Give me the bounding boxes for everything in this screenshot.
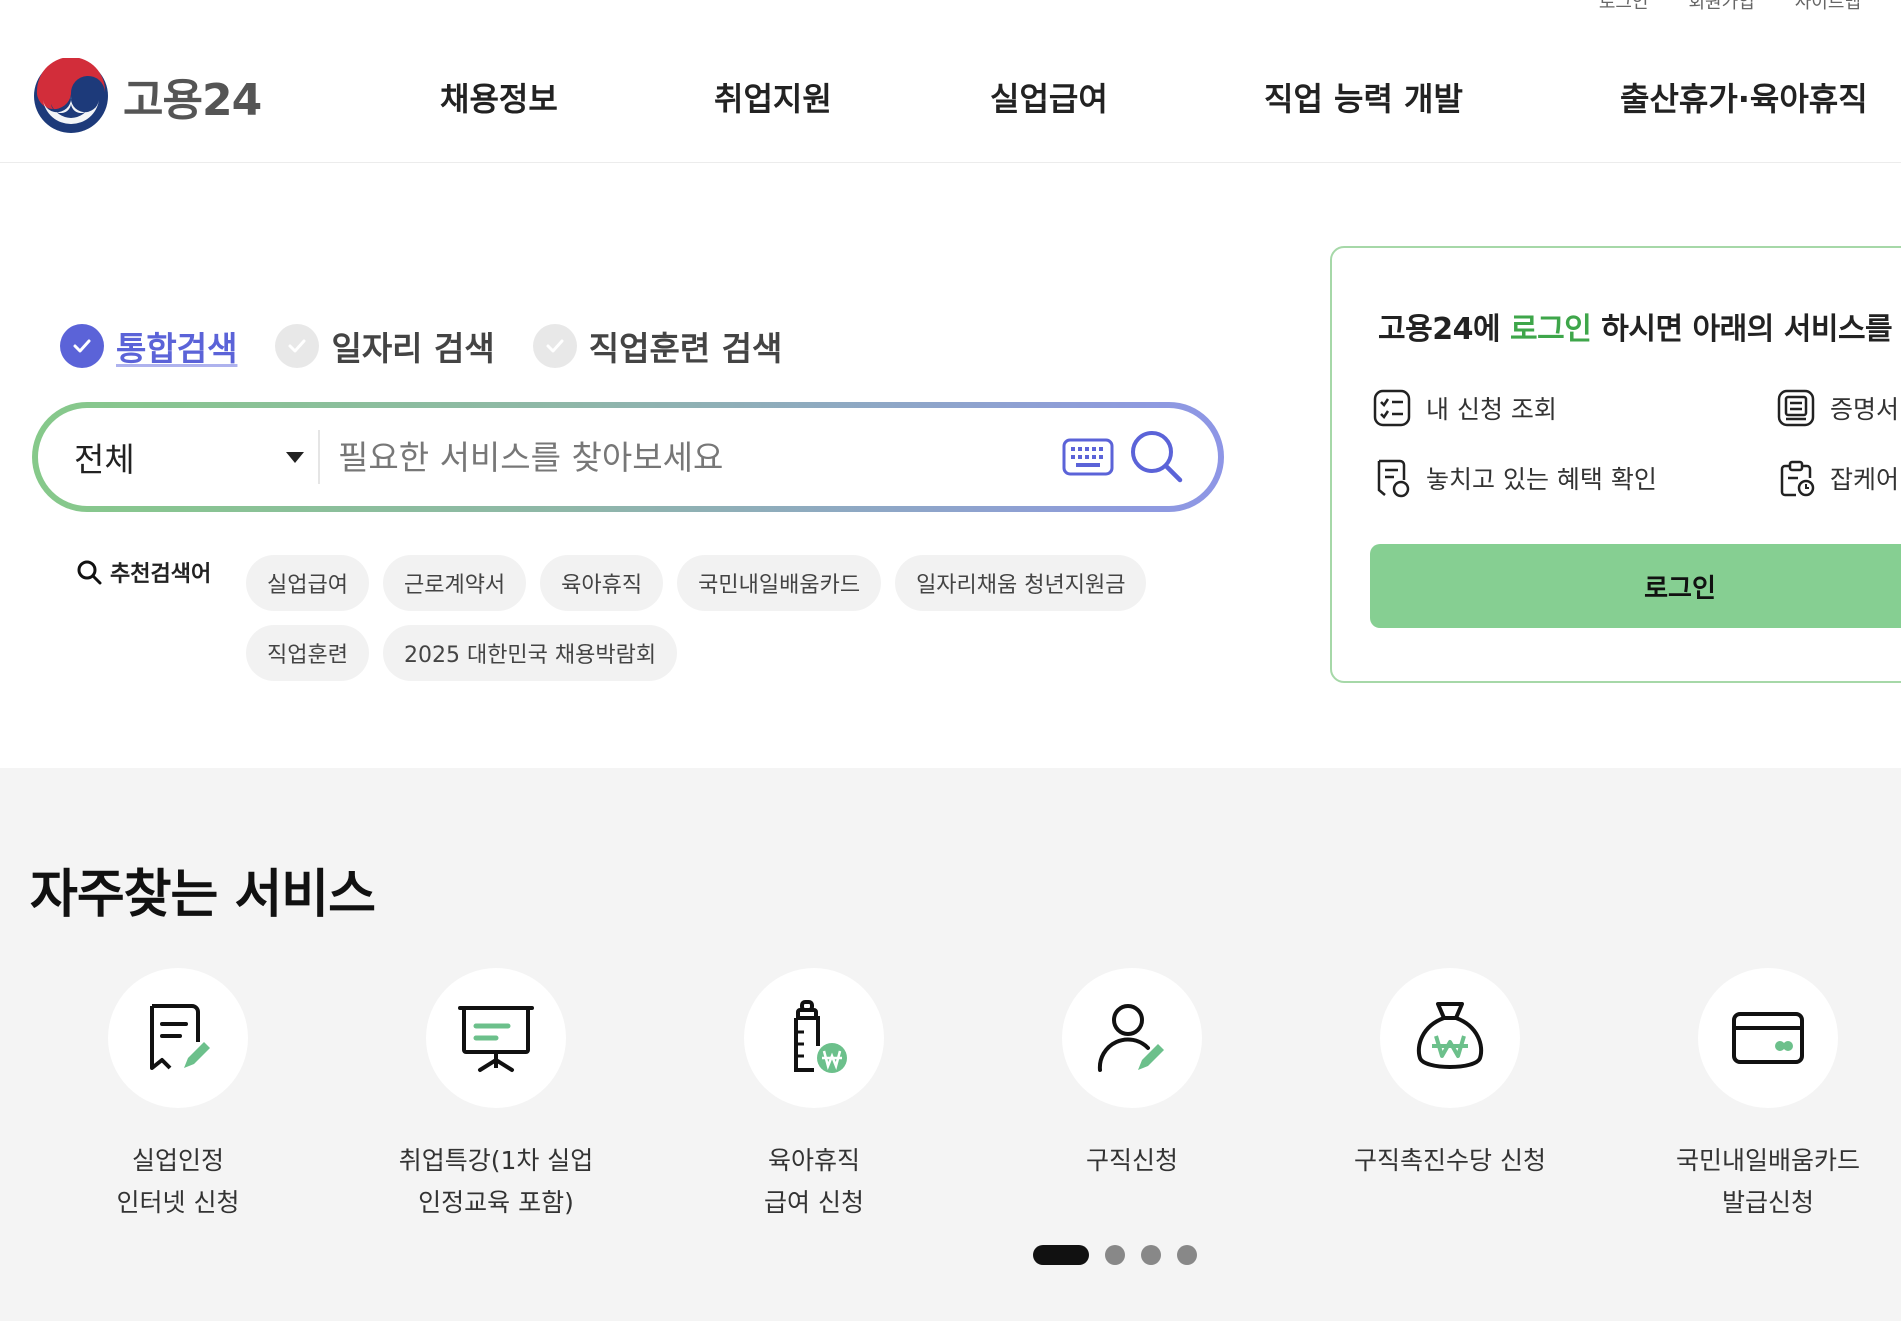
recommended-keywords-label: 추천검색어 bbox=[76, 556, 211, 588]
presentation-board-icon bbox=[458, 1006, 534, 1072]
main-navigation: 채용정보 취업지원 실업급여 직업 능력 개발 출산휴가·육아휴직 bbox=[0, 74, 1901, 118]
virtual-keyboard-icon[interactable] bbox=[1062, 438, 1114, 476]
jobcare-link[interactable]: 잡케어 bbox=[1776, 458, 1899, 498]
pagination-dot-2[interactable] bbox=[1105, 1245, 1125, 1265]
money-bag-icon bbox=[1416, 1002, 1484, 1069]
check-circle-icon bbox=[532, 324, 577, 368]
receipt-check-icon bbox=[1377, 459, 1410, 498]
checklist-icon bbox=[1373, 389, 1411, 427]
my-application-lookup-link[interactable]: 내 신청 조회 bbox=[1372, 388, 1557, 428]
service-job-seeker-registration[interactable]: 구직신청 bbox=[982, 968, 1282, 1182]
search-box: 전체 bbox=[32, 402, 1224, 512]
search-category-select[interactable]: 전체 bbox=[74, 408, 304, 506]
login-card-title: 고용24에 로그인 하시면 아래의 서비스를 bbox=[1378, 304, 1893, 348]
section-title: 자주찾는 서비스 bbox=[30, 865, 376, 925]
service-label: 취업특강(1차 실업 인정교육 포함) bbox=[398, 1146, 594, 1217]
service-label: 구직촉진수당 신청 bbox=[1354, 1146, 1546, 1175]
service-label: 국민내일배움카드 발급신청 bbox=[1675, 1146, 1860, 1217]
login-button[interactable]: 로그인 bbox=[1370, 544, 1901, 628]
service-job-promotion-allowance[interactable]: 구직촉진수당 신청 bbox=[1300, 968, 1600, 1182]
caret-down-icon bbox=[286, 451, 304, 463]
check-circle-icon bbox=[275, 324, 320, 368]
keyword-chip[interactable]: 육아휴직 bbox=[540, 555, 664, 611]
tab-label: 일자리 검색 bbox=[331, 329, 495, 368]
pagination-dot-3[interactable] bbox=[1141, 1245, 1161, 1265]
item-label: 내 신청 조회 bbox=[1426, 395, 1557, 424]
title-highlight: 로그인 bbox=[1510, 312, 1592, 347]
search-icon bbox=[77, 560, 102, 585]
carousel-pagination bbox=[1033, 1245, 1197, 1265]
service-icon-circle bbox=[1380, 968, 1520, 1108]
item-label: 증명서 bbox=[1830, 395, 1900, 424]
certificate-icon bbox=[1777, 389, 1815, 427]
keyword-chip[interactable]: 국민내일배움카드 bbox=[677, 555, 882, 611]
service-employment-lecture[interactable]: 취업특강(1차 실업 인정교육 포함) bbox=[346, 968, 646, 1224]
item-label: 잡케어 bbox=[1830, 465, 1900, 494]
keyword-chip[interactable]: 일자리채움 청년지원금 bbox=[895, 555, 1147, 611]
item-label: 놓치고 있는 혜택 확인 bbox=[1426, 465, 1657, 494]
keyword-chip[interactable]: 실업급여 bbox=[246, 555, 369, 611]
search-tabs: 통합검색 일자리 검색 직업훈련 검색 bbox=[60, 322, 782, 370]
search-icon[interactable] bbox=[1128, 428, 1184, 484]
keyword-chip[interactable]: 근로계약서 bbox=[382, 555, 527, 611]
missed-benefits-link[interactable]: 놓치고 있는 혜택 확인 bbox=[1372, 458, 1657, 498]
frequent-services-section: 자주찾는 서비스 실업인정 인터넷 신청 취업특강(1차 실업 인정교육 포함) bbox=[0, 768, 1901, 1321]
search-input[interactable] bbox=[338, 428, 1058, 486]
person-pen-icon bbox=[1097, 1004, 1164, 1072]
clipboard-clock-icon bbox=[1780, 460, 1815, 497]
service-icon-circle bbox=[108, 968, 248, 1108]
service-icon-circle bbox=[1698, 968, 1838, 1108]
service-label: 실업인정 인터넷 신청 bbox=[116, 1146, 240, 1217]
pagination-dot-4[interactable] bbox=[1177, 1245, 1197, 1265]
tab-job-search[interactable]: 일자리 검색 bbox=[275, 322, 495, 370]
tab-training-search[interactable]: 직업훈련 검색 bbox=[532, 322, 783, 370]
service-learning-card-issuance[interactable]: 국민내일배움카드 발급신청 bbox=[1618, 968, 1901, 1224]
service-icon-circle bbox=[426, 968, 566, 1108]
card-icon bbox=[1732, 1012, 1804, 1064]
keyword-chip[interactable]: 2025 대한민국 채용박람회 bbox=[382, 625, 678, 681]
tab-label: 직업훈련 검색 bbox=[588, 329, 783, 368]
nav-item-job-info[interactable]: 채용정보 bbox=[440, 74, 558, 120]
tab-label: 통합검색 bbox=[116, 329, 238, 368]
service-icon-circle bbox=[744, 968, 884, 1108]
certificate-link[interactable]: 증명서 bbox=[1776, 388, 1899, 428]
pagination-dot-1[interactable] bbox=[1033, 1245, 1089, 1265]
login-card: 고용24에 로그인 하시면 아래의 서비스를 내 신청 조회 증명서 놓치고 있… bbox=[1330, 246, 1901, 683]
document-pen-icon bbox=[150, 1004, 210, 1070]
nav-item-vocational-training[interactable]: 직업 능력 개발 bbox=[1264, 74, 1463, 120]
search-box-inner: 전체 bbox=[38, 408, 1218, 506]
service-label: 구직신청 bbox=[1085, 1146, 1178, 1175]
service-parental-leave-benefit[interactable]: 육아휴직 급여 신청 bbox=[664, 968, 964, 1224]
nav-item-unemployment-benefit[interactable]: 실업급여 bbox=[990, 74, 1108, 120]
check-circle-icon bbox=[60, 324, 104, 368]
site-header: 고용24 채용정보 취업지원 실업급여 직업 능력 개발 출산휴가·육아휴직 bbox=[0, 0, 1901, 163]
baby-bottle-won-icon bbox=[794, 1000, 847, 1073]
keyword-chip[interactable]: 직업훈련 bbox=[246, 625, 369, 681]
service-icon-circle bbox=[1062, 968, 1202, 1108]
tab-integrated-search[interactable]: 통합검색 bbox=[60, 322, 237, 370]
divider bbox=[318, 430, 320, 484]
nav-item-maternity-parental-leave[interactable]: 출산휴가·육아휴직 bbox=[1620, 74, 1868, 120]
title-part: 하시면 아래의 서비스를 bbox=[1591, 312, 1893, 347]
select-value: 전체 bbox=[74, 440, 135, 479]
title-part: 고용24에 bbox=[1378, 312, 1510, 347]
service-label: 육아휴직 급여 신청 bbox=[764, 1146, 864, 1217]
recommended-keyword-chips: 실업급여 근로계약서 육아휴직 국민내일배움카드 일자리채움 청년지원금 직업훈… bbox=[246, 555, 1206, 681]
service-unemployment-recognition[interactable]: 실업인정 인터넷 신청 bbox=[28, 968, 328, 1224]
nav-item-employment-support[interactable]: 취업지원 bbox=[714, 74, 832, 120]
recommended-label-text: 추천검색어 bbox=[110, 562, 212, 587]
